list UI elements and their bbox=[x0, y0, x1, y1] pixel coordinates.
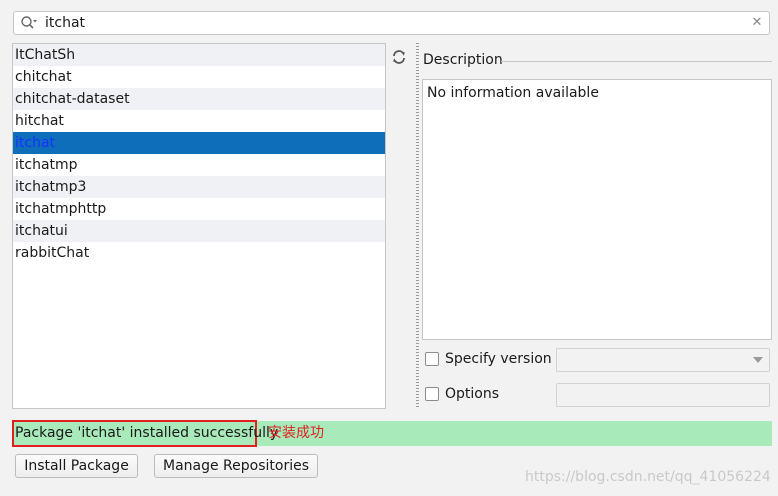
description-box: No information available bbox=[422, 79, 772, 340]
status-message: Package 'itchat' installed successfully bbox=[15, 425, 279, 441]
version-select[interactable] bbox=[556, 348, 770, 372]
description-divider bbox=[501, 61, 772, 62]
chevron-down-icon bbox=[753, 357, 763, 363]
status-bar: Package 'itchat' installed successfully … bbox=[12, 420, 772, 447]
status-annotation: 安装成功 bbox=[268, 425, 324, 441]
package-list-item[interactable]: ItChatSh bbox=[13, 44, 385, 66]
package-list-item[interactable]: chitchat bbox=[13, 66, 385, 88]
package-list-item[interactable]: itchatui bbox=[13, 220, 385, 242]
options-checkbox[interactable] bbox=[425, 387, 439, 401]
manage-repositories-button[interactable]: Manage Repositories bbox=[154, 454, 318, 478]
watermark: https://blog.csdn.net/qq_41056224 bbox=[525, 469, 771, 485]
package-list-item[interactable]: itchatmphttp bbox=[13, 198, 385, 220]
options-input[interactable] bbox=[556, 383, 770, 407]
specify-version-label: Specify version bbox=[445, 351, 552, 367]
search-input[interactable] bbox=[45, 13, 735, 33]
package-list-item[interactable]: hitchat bbox=[13, 110, 385, 132]
package-list-item[interactable]: rabbitChat bbox=[13, 242, 385, 264]
splitter-grip bbox=[417, 43, 419, 409]
search-box[interactable]: ✕ bbox=[13, 11, 770, 35]
options-label: Options bbox=[445, 386, 500, 402]
package-list-item[interactable]: itchatmp3 bbox=[13, 176, 385, 198]
refresh-column bbox=[386, 43, 412, 409]
description-label: Description bbox=[423, 52, 503, 68]
install-package-button[interactable]: Install Package bbox=[15, 454, 138, 478]
package-list-item[interactable]: chitchat-dataset bbox=[13, 88, 385, 110]
package-list[interactable]: ItChatSh chitchat chitchat-dataset hitchat i… bbox=[12, 43, 386, 409]
specify-version-checkbox[interactable] bbox=[425, 352, 439, 366]
search-icon[interactable] bbox=[20, 15, 38, 31]
description-text: No information available bbox=[427, 85, 599, 101]
package-list-item[interactable]: itchat bbox=[13, 132, 385, 154]
package-list-item[interactable]: itchatmp bbox=[13, 154, 385, 176]
refresh-icon[interactable] bbox=[391, 49, 407, 65]
clear-icon[interactable]: ✕ bbox=[749, 13, 765, 33]
